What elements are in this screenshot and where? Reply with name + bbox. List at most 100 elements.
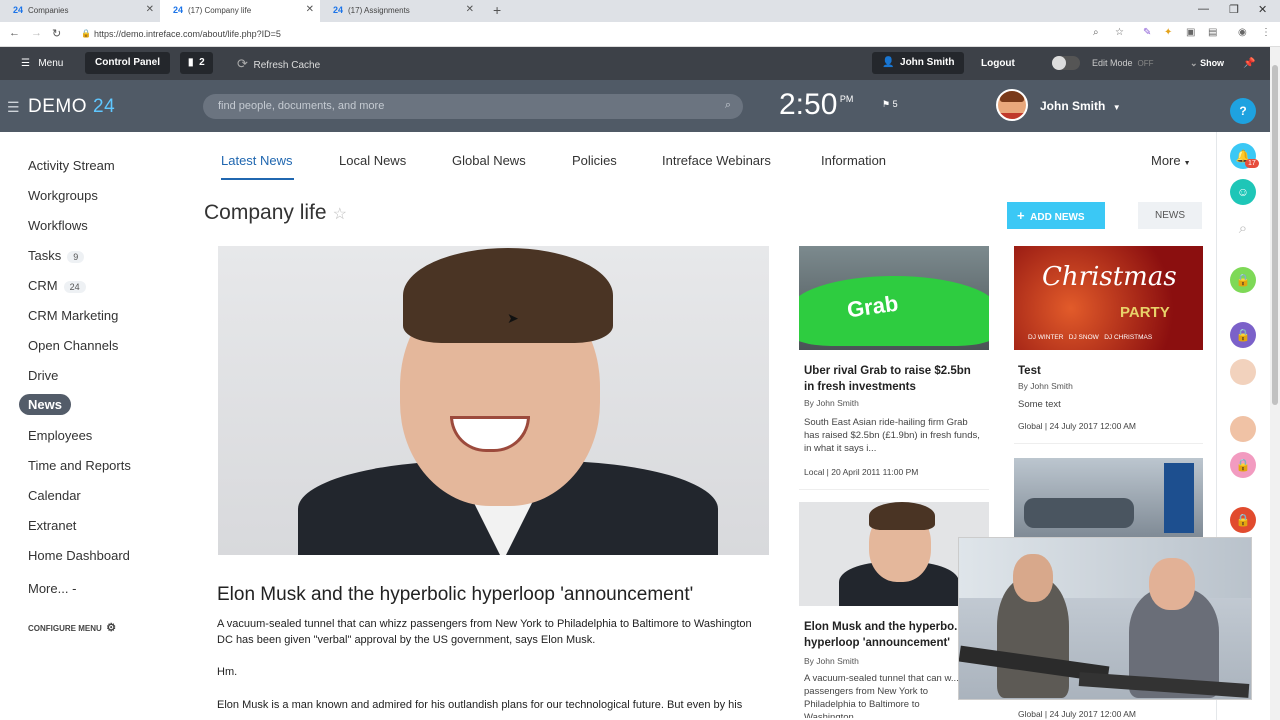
show-label: Show xyxy=(1200,58,1225,68)
favorite-star-icon[interactable]: ☆ xyxy=(333,206,347,223)
card-meta: Global | 24 July 2017 12:00 AM xyxy=(1018,421,1136,431)
extension-icon[interactable]: ▣ xyxy=(1186,27,1195,38)
scrollbar-thumb[interactable] xyxy=(1272,65,1278,405)
sidebar-item-workflows[interactable]: Workflows xyxy=(28,218,88,233)
contact-avatar-icon[interactable] xyxy=(1230,359,1256,385)
favicon-icon: 24 xyxy=(173,5,184,15)
video-call-overlay[interactable] xyxy=(958,537,1252,700)
extension-icon[interactable]: ✦ xyxy=(1164,27,1172,38)
sidebar-item-time-and-reports[interactable]: Time and Reports xyxy=(28,458,131,473)
pin-icon[interactable]: 📌 xyxy=(1243,47,1255,80)
lock-group-icon[interactable]: 🔒 xyxy=(1230,267,1256,293)
card-title[interactable]: Test xyxy=(1018,363,1041,379)
zoom-icon[interactable]: ⌕ xyxy=(1093,27,1099,38)
sidebar-item-home-dashboard[interactable]: Home Dashboard xyxy=(28,548,130,563)
lock-group-icon[interactable]: 🔒 xyxy=(1230,322,1256,348)
flag-counter[interactable]: ⚑ 5 xyxy=(882,99,898,110)
tab-information[interactable]: Information xyxy=(821,153,886,168)
lock-group-icon[interactable]: 🔒 xyxy=(1230,452,1256,478)
refresh-label: Refresh Cache xyxy=(253,60,321,71)
tab-local-news[interactable]: Local News xyxy=(339,153,406,168)
sidebar-item-more[interactable]: More... - xyxy=(28,581,76,596)
lock-group-icon[interactable]: 🔒 xyxy=(1230,507,1256,533)
forward-icon[interactable]: → xyxy=(31,27,42,39)
tab-title: (17) Company life xyxy=(188,6,252,15)
sidebar-item-drive[interactable]: Drive xyxy=(28,368,58,383)
account-icon[interactable]: ◉ xyxy=(1238,27,1247,38)
sidebar-item-employees[interactable]: Employees xyxy=(28,428,92,443)
reload-icon[interactable]: ↻ xyxy=(52,27,61,40)
sidebar-item-crm[interactable]: CRM 24 xyxy=(28,278,86,293)
logout-link[interactable]: Logout xyxy=(981,47,1015,80)
close-icon[interactable]: ✕ xyxy=(306,4,314,15)
close-icon[interactable]: ✕ xyxy=(146,4,154,15)
sidebar-item-tasks[interactable]: Tasks 9 xyxy=(28,248,85,263)
card-author[interactable]: By John Smith xyxy=(804,398,859,408)
search-input[interactable]: find people, documents, and more ⌕ xyxy=(203,94,743,119)
logo[interactable]: DEMO 24 xyxy=(28,96,115,118)
hamburger-icon[interactable]: ☰ xyxy=(7,99,20,116)
news-card-grab[interactable]: Grab Uber rival Grab to raise $2.5bn in … xyxy=(799,246,989,490)
extension-icon[interactable]: ▤ xyxy=(1208,27,1217,38)
tab-latest-news[interactable]: Latest News xyxy=(221,153,293,168)
browser-tab-bar: 24 Companies ✕ 24 (17) Company life ✕ 24… xyxy=(0,0,1280,22)
show-button[interactable]: ⌄ Show xyxy=(1190,47,1224,80)
tab-policies[interactable]: Policies xyxy=(572,153,617,168)
main-article-image[interactable] xyxy=(218,246,769,555)
close-icon[interactable]: ✕ xyxy=(466,4,474,15)
url-field[interactable]: 🔒 https://demo.intreface.com/about/life.… xyxy=(81,29,281,39)
refresh-cache-button[interactable]: ⟳ Refresh Cache xyxy=(237,47,320,80)
bookmark-star-icon[interactable]: ☆ xyxy=(1115,27,1124,38)
tab-global-news[interactable]: Global News xyxy=(452,153,526,168)
user-menu[interactable]: John Smith ▼ xyxy=(1040,99,1121,113)
news-button[interactable]: NEWS xyxy=(1138,202,1202,229)
card-text: Some text xyxy=(1018,399,1061,410)
sidebar-item-workgroups[interactable]: Workgroups xyxy=(28,188,98,203)
card-meta: Local | 20 April 2011 11:00 PM xyxy=(804,467,919,477)
news-card-test[interactable]: Christmas PARTY DJ WINTER DJ SNOW DJ CHR… xyxy=(1014,246,1203,444)
card-author[interactable]: By John Smith xyxy=(1018,381,1073,391)
page-scrollbar[interactable] xyxy=(1270,47,1280,720)
add-news-button[interactable]: + ADD NEWS xyxy=(1007,202,1105,229)
main-article-title[interactable]: Elon Musk and the hyperbolic hyperloop '… xyxy=(217,584,693,606)
sidebar-item-open-channels[interactable]: Open Channels xyxy=(28,338,118,353)
pen-extension-icon[interactable]: ✎ xyxy=(1143,27,1151,38)
back-icon[interactable]: ← xyxy=(9,27,20,39)
tab-intreface-webinars[interactable]: Intreface Webinars xyxy=(662,153,771,168)
notifications-button[interactable]: ▮ 2 xyxy=(180,52,213,74)
card-title[interactable]: Uber rival Grab to raise $2.5bn in fresh… xyxy=(804,363,984,395)
close-window-icon[interactable]: ✕ xyxy=(1258,3,1267,16)
search-icon[interactable]: ⌕ xyxy=(1230,216,1256,242)
new-tab-icon[interactable]: + xyxy=(493,2,501,18)
caret-down-icon: ▼ xyxy=(1183,160,1191,167)
clock[interactable]: 2:50 PM xyxy=(779,88,853,122)
menu-button[interactable]: ☰ Menu xyxy=(21,47,63,80)
configure-menu-button[interactable]: CONFIGURE MENU ⚙ xyxy=(28,621,116,634)
card-title[interactable]: Elon Musk and the hyperbo... hyperloop '… xyxy=(804,619,984,651)
minimize-icon[interactable]: — xyxy=(1198,3,1209,15)
browser-menu-icon[interactable]: ⋮ xyxy=(1261,27,1271,38)
control-panel-button[interactable]: Control Panel xyxy=(85,52,171,74)
user-button[interactable]: 👤 John Smith xyxy=(872,52,965,74)
contact-avatar-icon[interactable] xyxy=(1230,416,1256,442)
avatar[interactable] xyxy=(996,89,1028,121)
sidebar-item-extranet[interactable]: Extranet xyxy=(28,518,76,533)
edit-mode-toggle[interactable] xyxy=(1052,56,1080,70)
help-icon[interactable]: ? xyxy=(1230,98,1256,124)
card-author[interactable]: By John Smith xyxy=(804,656,859,666)
sidebar-item-calendar[interactable]: Calendar xyxy=(28,488,81,503)
browser-tab-companies[interactable]: 24 Companies ✕ xyxy=(0,0,160,22)
chat-icon[interactable]: ☺ xyxy=(1230,179,1256,205)
browser-tab-company-life[interactable]: 24 (17) Company life ✕ xyxy=(160,0,320,22)
search-icon[interactable]: ⌕ xyxy=(725,99,731,112)
browser-tab-assignments[interactable]: 24 (17) Assignments ✕ xyxy=(320,0,480,22)
gear-icon: ⚙ xyxy=(106,622,117,634)
tab-title: Companies xyxy=(28,6,69,15)
main-article-body: Elon Musk is a man known and admired for… xyxy=(217,699,743,711)
sidebar-item-crm-marketing[interactable]: CRM Marketing xyxy=(28,308,118,323)
restore-icon[interactable]: ❐ xyxy=(1229,3,1239,16)
news-card-office-image[interactable] xyxy=(1014,458,1203,538)
tab-more[interactable]: More ▼ xyxy=(1151,153,1191,168)
sidebar-item-news[interactable]: News xyxy=(19,394,71,415)
sidebar-item-activity-stream[interactable]: Activity Stream xyxy=(28,158,115,173)
